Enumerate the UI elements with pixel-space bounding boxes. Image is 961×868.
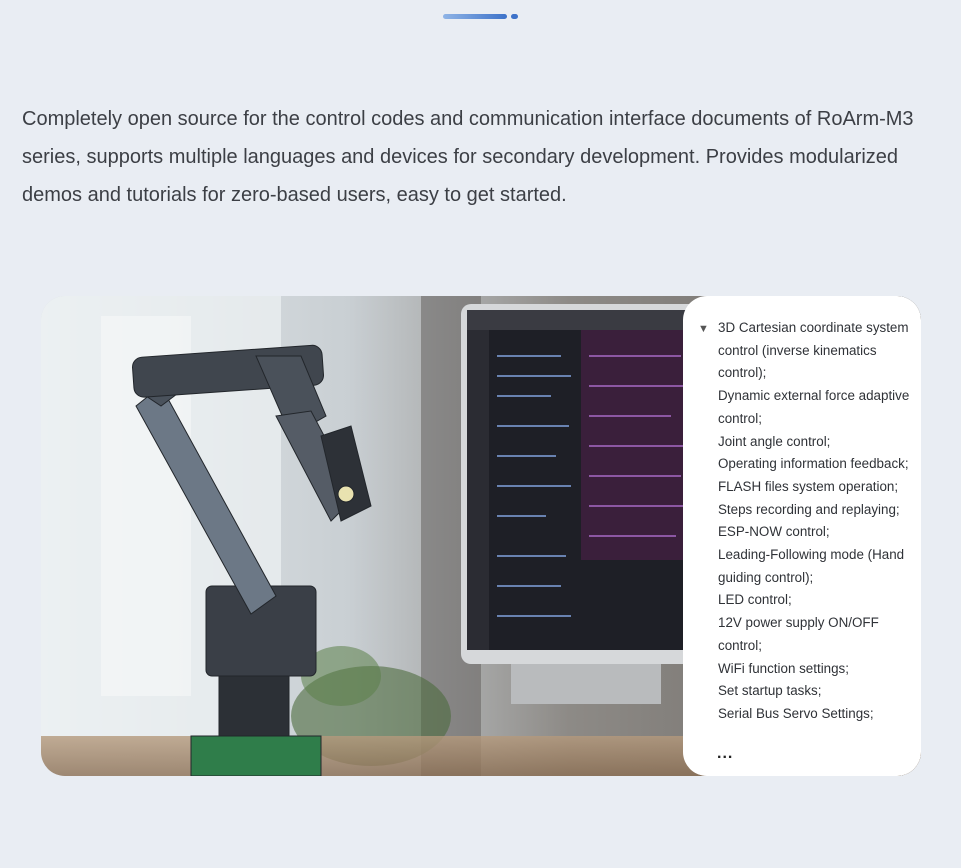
carousel-indicator [443,14,523,19]
feature-item: Set startup tasks; [718,683,822,699]
feature-item: FLASH files system operation; [718,478,899,494]
product-feature-card: ▼ 3D Cartesian coordinate system control… [41,296,921,776]
feature-item: Operating information feedback; [718,456,909,472]
intro-paragraph: Completely open source for the control c… [22,108,914,206]
feature-item: ESP-NOW control; [718,524,830,540]
feature-list-panel: ▼ 3D Cartesian coordinate system control… [683,296,921,776]
feature-item: Dynamic external force adaptive control; [718,388,910,426]
collapse-triangle-icon[interactable]: ▼ [698,323,709,335]
carousel-indicator-dot[interactable] [511,14,518,19]
feature-list: 3D Cartesian coordinate system control (… [718,317,918,726]
feature-item: Leading-Following mode (Hand guiding con… [718,547,905,585]
feature-item: Steps recording and replaying; [718,501,900,517]
feature-item: WiFi function settings; [718,660,849,676]
feature-item: Joint angle control; [718,433,831,449]
carousel-indicator-active[interactable] [443,14,507,19]
feature-item: 3D Cartesian coordinate system control (… [718,320,909,381]
feature-item: LED control; [718,592,792,608]
feature-item: 12V power supply ON/OFF control; [718,615,879,653]
more-ellipsis[interactable]: ... [717,746,733,762]
feature-item: Serial Bus Servo Settings; [718,705,874,721]
